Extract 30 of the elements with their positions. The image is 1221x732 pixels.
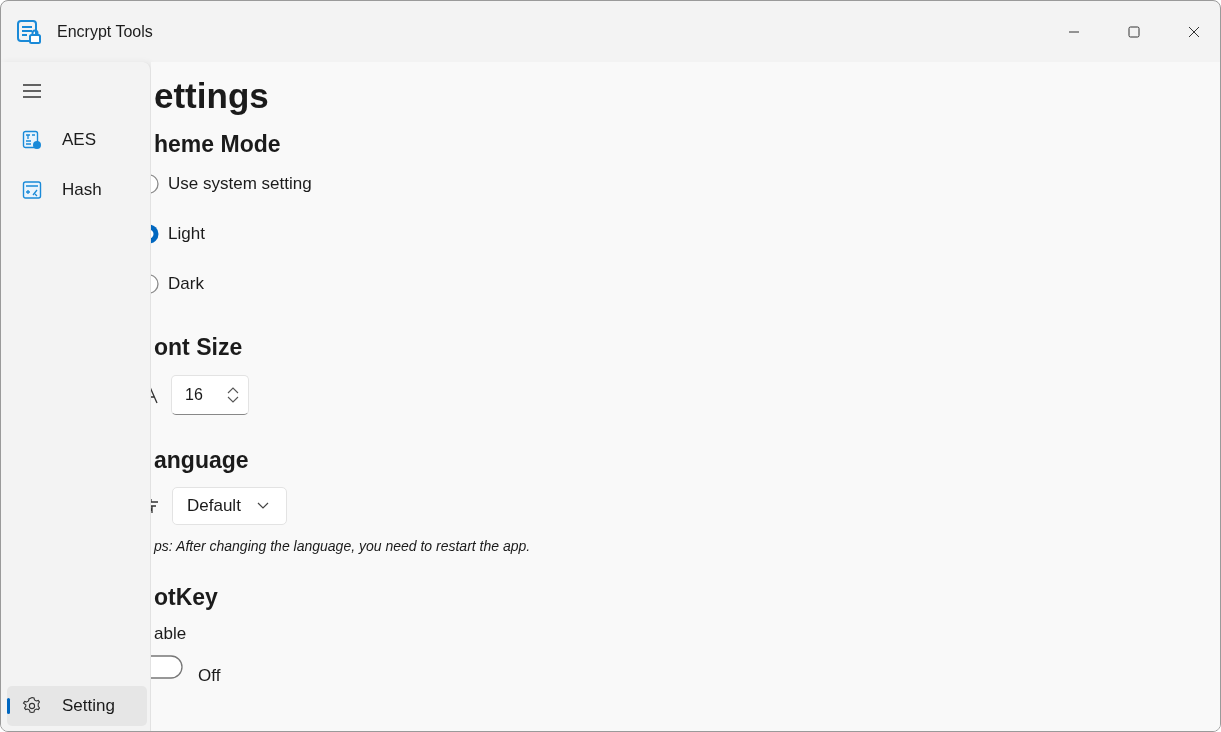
app-logo-icon [16, 18, 42, 45]
calculator-icon [22, 180, 42, 200]
font-size-icon [151, 386, 158, 404]
section-heading: heme Mode [154, 130, 281, 159]
tip-text: ps: After changing the language, you need to restart the app. [154, 538, 531, 554]
section-heading: ont Size [154, 333, 243, 362]
toggle-label: Off [198, 665, 221, 686]
close-icon[interactable] [1188, 25, 1200, 38]
nav-item[interactable]: Hash [7, 170, 147, 210]
chevron-down-icon [256, 502, 269, 510]
settings-icon [22, 696, 42, 716]
document-lock-icon [22, 130, 42, 150]
language-dropdown[interactable]: Default [172, 487, 287, 525]
radio-button[interactable] [151, 274, 159, 294]
radio-button[interactable] [151, 174, 159, 194]
spin-arrows-icon[interactable] [227, 386, 239, 404]
setting-label: able [154, 624, 187, 644]
maximize-icon[interactable] [1128, 25, 1140, 38]
section-heading: anguage [154, 446, 249, 475]
toggle-switch[interactable] [151, 655, 183, 679]
section-heading: otKey [154, 583, 218, 612]
menu-icon[interactable] [23, 84, 41, 98]
number-field[interactable]: 16 [171, 375, 249, 415]
window-title: Encrypt Tools [57, 22, 153, 41]
radio-label[interactable]: Use system setting [168, 173, 312, 195]
page-title: ettings [154, 75, 269, 117]
nav-item[interactable]: Setting [7, 686, 147, 726]
radio-label[interactable]: Light [168, 223, 205, 245]
radio-label[interactable]: Dark [168, 273, 204, 295]
nav-item[interactable]: AES [7, 120, 147, 160]
